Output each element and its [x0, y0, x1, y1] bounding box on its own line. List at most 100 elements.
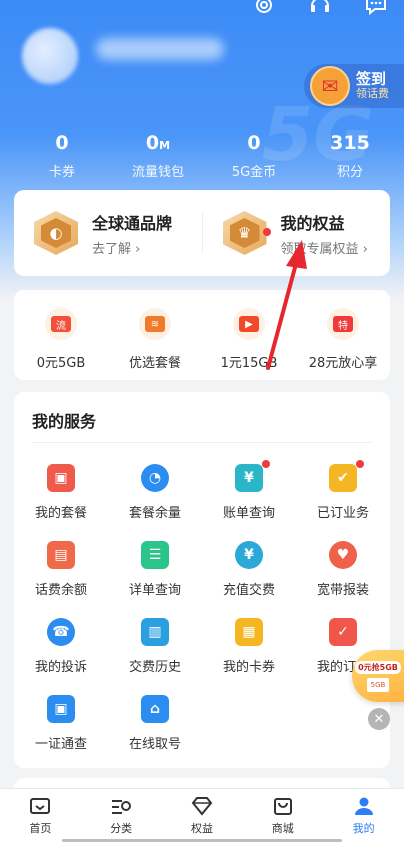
- services-title: 我的服务: [32, 412, 97, 431]
- service-label: 账单查询: [222, 506, 275, 521]
- category-icon: [109, 795, 133, 817]
- store-icon: ⌂: [141, 695, 169, 723]
- pie-chart-icon: ◔: [141, 464, 169, 492]
- tab-label: 我的: [352, 822, 375, 835]
- my-benefits-title: 我的权益: [280, 213, 345, 233]
- stat-value: 315: [330, 132, 370, 154]
- stat-label: 5G金币: [231, 165, 277, 180]
- floating-promo[interactable]: 0元抢5GB 5GB: [352, 650, 404, 702]
- username-blurred: [96, 38, 224, 60]
- wifi-icon: ≋: [139, 308, 171, 340]
- home-icon: [28, 795, 52, 817]
- bag-icon: ▣: [47, 464, 75, 492]
- stat-5g-coins[interactable]: 0 5G金币: [206, 128, 302, 180]
- top-actions: [250, 0, 390, 16]
- tab-benefits[interactable]: 权益: [162, 789, 243, 842]
- service-subscribed[interactable]: ✔ 已订业务: [296, 454, 390, 531]
- service-label: 话费余额: [34, 583, 87, 598]
- global-brand-link: 去了解 ›: [92, 241, 141, 257]
- wallet-icon: ▤: [47, 541, 75, 569]
- service-label: 一证通查: [34, 737, 87, 752]
- service-payment-history[interactable]: ▥ 交费历史: [108, 608, 202, 685]
- service-label: 宽带报装: [316, 583, 369, 598]
- notification-dot: [356, 460, 364, 468]
- tab-label: 首页: [29, 822, 52, 835]
- service-label: 我的卡券: [222, 660, 275, 675]
- stat-value: 0: [247, 132, 261, 154]
- promo-1-yuan-15gb[interactable]: ▶ 1元15GB: [202, 290, 296, 380]
- tab-label: 权益: [190, 822, 213, 835]
- tab-home[interactable]: 首页: [0, 789, 81, 842]
- service-balance[interactable]: ▤ 话费余额: [14, 531, 108, 608]
- promo-0-yuan-5gb[interactable]: 流 0元5GB: [14, 290, 108, 380]
- clipboard-icon: ✓: [329, 618, 357, 646]
- stat-data-wallet[interactable]: 0M 流量钱包: [110, 128, 206, 180]
- services-grid: ▣ 我的套餐 ◔ 套餐余量 ¥ 账单查询 ✔ 已订业务 ▤ 话费余额 ☰ 详单查…: [14, 454, 390, 762]
- promo-label: 优选套餐: [128, 356, 181, 371]
- diamond-icon: [190, 795, 214, 817]
- stat-value: 0: [55, 132, 69, 154]
- stat-coupons[interactable]: 0 卡券: [14, 128, 110, 180]
- service-recharge[interactable]: ¥ 充值交费: [202, 531, 296, 608]
- tab-mall[interactable]: 商城: [242, 789, 323, 842]
- my-benefits-link: 领取专属权益 ›: [280, 241, 368, 257]
- service-detail-query[interactable]: ☰ 详单查询: [108, 531, 202, 608]
- global-brand-entry[interactable]: ◐ 全球通品牌 去了解 ›: [14, 210, 202, 257]
- service-label: 已订业务: [316, 506, 369, 521]
- tab-mine[interactable]: 我的: [323, 789, 404, 842]
- service-label: 我的投诉: [34, 660, 87, 675]
- list-icon: ☰: [141, 541, 169, 569]
- bill-icon: ¥: [235, 464, 263, 492]
- tab-label: 商城: [271, 822, 294, 835]
- divider: [32, 442, 372, 443]
- service-plan-balance[interactable]: ◔ 套餐余量: [108, 454, 202, 531]
- floating-promo-card: 5GB: [367, 677, 389, 692]
- gift-icon: ✉: [310, 66, 350, 106]
- signin-subtitle: 领话费: [356, 87, 389, 101]
- bottom-tab-bar: 首页 分类 权益 商城 我的: [0, 788, 404, 842]
- promo-label: 1元15GB: [220, 356, 278, 371]
- recharge-icon: ¥: [235, 541, 263, 569]
- message-icon[interactable]: [362, 0, 390, 16]
- phone-icon: ☎: [47, 618, 75, 646]
- close-icon[interactable]: ✕: [368, 708, 390, 730]
- receipt-icon: ▥: [141, 618, 169, 646]
- service-complaints[interactable]: ☎ 我的投诉: [14, 608, 108, 685]
- service-label: 详单查询: [128, 583, 181, 598]
- service-label: 在线取号: [128, 737, 181, 752]
- service-online-queue[interactable]: ⌂ 在线取号: [108, 685, 202, 762]
- service-bill-query[interactable]: ¥ 账单查询: [202, 454, 296, 531]
- headset-icon[interactable]: [306, 0, 334, 16]
- stat-value: 0: [145, 132, 160, 154]
- avatar[interactable]: [22, 28, 78, 84]
- stat-label: 流量钱包: [131, 165, 184, 180]
- settings-icon[interactable]: [250, 0, 278, 16]
- profile-icon: [352, 795, 376, 817]
- promo-label: 28元放心享: [308, 356, 378, 371]
- stat-label: 卡券: [48, 165, 75, 180]
- briefcase-icon: ✔: [329, 464, 357, 492]
- data-package-icon: 流: [45, 308, 77, 340]
- my-services-card: 我的服务 ▣ 我的套餐 ◔ 套餐余量 ¥ 账单查询 ✔ 已订业务 ▤ 话费余额 …: [14, 392, 390, 768]
- service-id-check[interactable]: ▣ 一证通查: [14, 685, 108, 762]
- special-offer-icon: 特: [327, 308, 359, 340]
- promo-shortcuts: 流 0元5GB ≋ 优选套餐 ▶ 1元15GB 特 28元放心享: [14, 290, 390, 380]
- tab-category[interactable]: 分类: [81, 789, 162, 842]
- stat-points[interactable]: 315 积分: [302, 128, 398, 180]
- my-benefits-entry[interactable]: ♛ 我的权益 领取专属权益 ›: [203, 210, 391, 257]
- notification-dot: [262, 460, 270, 468]
- stat-unit: M: [159, 139, 171, 152]
- promo-28-yuan[interactable]: 特 28元放心享: [296, 290, 390, 380]
- service-my-coupons[interactable]: ▦ 我的卡券: [202, 608, 296, 685]
- tab-label: 分类: [110, 822, 133, 835]
- global-brand-icon: ◐: [34, 211, 78, 255]
- signin-button[interactable]: ✉ 签到 领话费: [304, 64, 404, 108]
- service-my-plan[interactable]: ▣ 我的套餐: [14, 454, 108, 531]
- crown-icon: ♛: [222, 211, 267, 255]
- promo-selected-plans[interactable]: ≋ 优选套餐: [108, 290, 202, 380]
- service-broadband[interactable]: ♥ 宽带报装: [296, 531, 390, 608]
- account-stats: 0 卡券 0M 流量钱包 0 5G金币 315 积分: [0, 128, 404, 180]
- service-label: 套餐余量: [128, 506, 181, 521]
- signin-title: 签到: [356, 70, 387, 89]
- service-label: 我的套餐: [34, 506, 87, 521]
